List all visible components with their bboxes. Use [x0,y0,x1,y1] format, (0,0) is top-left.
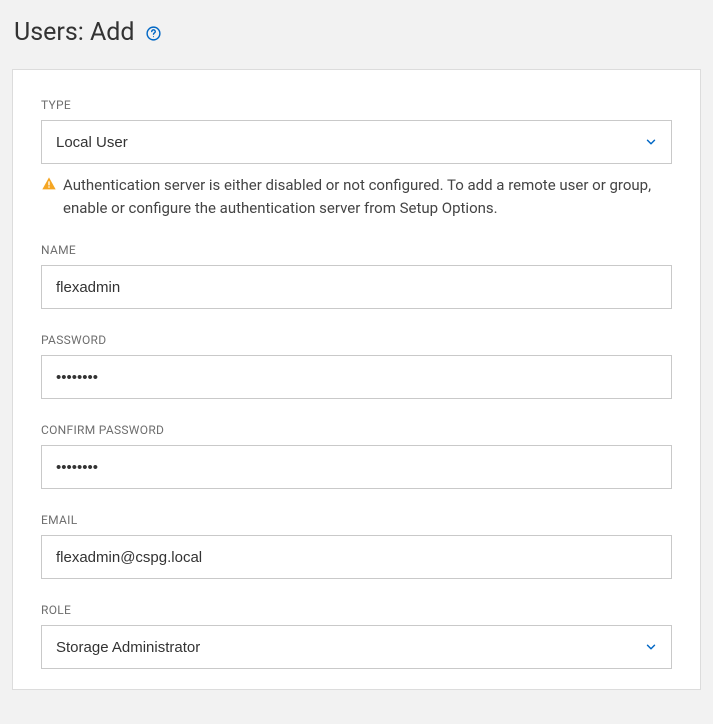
type-select-wrap [41,120,672,164]
password-label: PASSWORD [41,333,672,347]
role-select[interactable] [41,625,672,669]
email-field: EMAIL [41,513,672,579]
help-icon[interactable] [145,23,162,42]
confirm-password-input[interactable] [41,445,672,489]
warning-icon [41,176,57,192]
name-label: NAME [41,243,672,257]
add-user-form-card: TYPE Authentication server is either dis… [12,69,701,690]
confirm-password-label: CONFIRM PASSWORD [41,423,672,437]
auth-warning: Authentication server is either disabled… [41,174,672,219]
password-field: PASSWORD [41,333,672,399]
type-label: TYPE [41,98,672,112]
email-label: EMAIL [41,513,672,527]
name-input[interactable] [41,265,672,309]
role-label: ROLE [41,603,672,617]
type-select[interactable] [41,120,672,164]
auth-warning-text: Authentication server is either disabled… [63,174,672,219]
password-input[interactable] [41,355,672,399]
confirm-password-field: CONFIRM PASSWORD [41,423,672,489]
email-input[interactable] [41,535,672,579]
role-field: ROLE [41,603,672,669]
page-header: Users: Add [0,0,713,69]
type-field: TYPE Authentication server is either dis… [41,98,672,219]
page-title: Users: Add [14,18,135,47]
role-select-wrap [41,625,672,669]
name-field: NAME [41,243,672,309]
